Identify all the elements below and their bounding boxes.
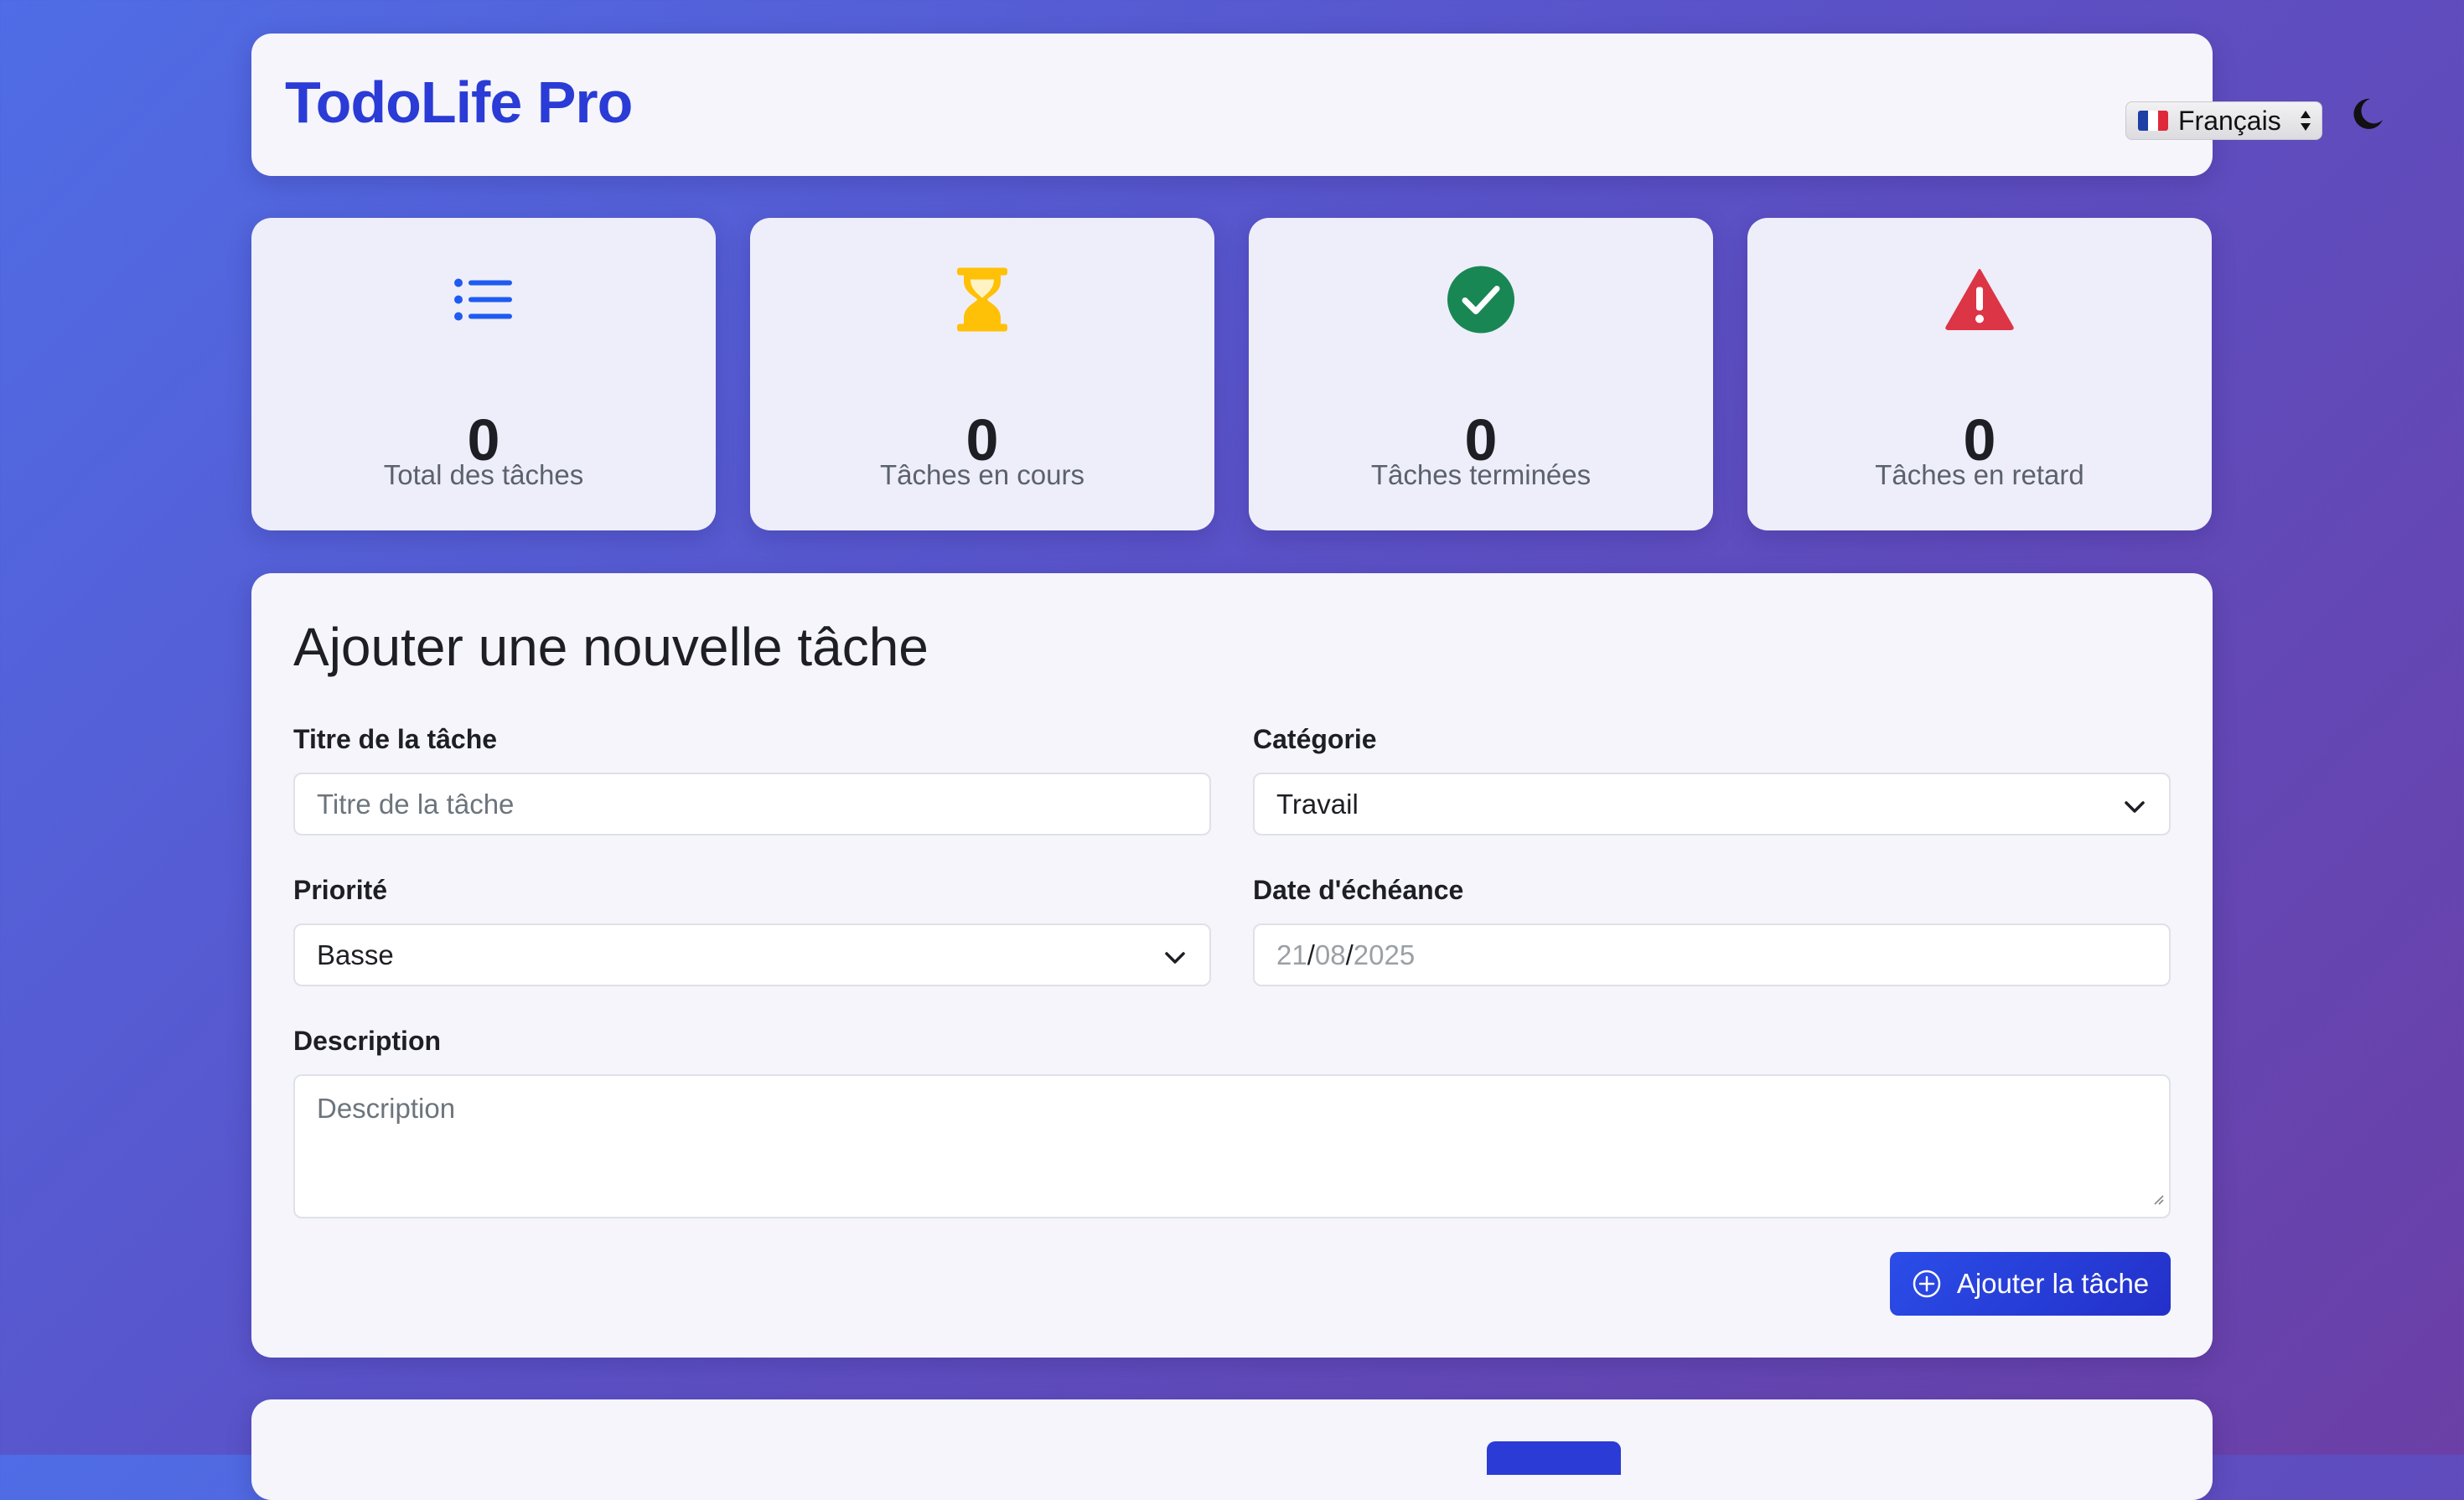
- due-date-label: Date d'échéance: [1253, 875, 1464, 905]
- app-title: TodoLife Pro: [285, 70, 633, 135]
- stat-card-overdue: 0 Tâches en retard: [1747, 218, 2212, 530]
- description-textarea[interactable]: Description: [293, 1074, 2171, 1218]
- form-title: Ajouter une nouvelle tâche: [293, 617, 929, 677]
- due-date-input[interactable]: 21/08/2025: [1253, 923, 2171, 986]
- chevron-down-icon: [1164, 939, 1186, 971]
- stat-label: Total des tâches: [383, 459, 584, 490]
- add-task-button[interactable]: Ajouter la tâche: [1890, 1252, 2171, 1316]
- priority-select[interactable]: Basse: [293, 923, 1211, 986]
- stat-card-completed: 0 Tâches terminées: [1249, 218, 1713, 530]
- updown-chevron-icon: [2300, 109, 2311, 132]
- hourglass-icon: [955, 267, 1009, 336]
- language-select-value: Français: [2178, 105, 2281, 136]
- task-list-card: [251, 1399, 2213, 1500]
- theme-toggle-button[interactable]: [2342, 89, 2393, 139]
- date-separator: /: [1345, 939, 1354, 970]
- stat-card-total: 0 Total des tâches: [251, 218, 716, 530]
- stat-label: Tâches en retard: [1875, 459, 2084, 490]
- due-date-day[interactable]: 21: [1276, 939, 1307, 971]
- app-header: TodoLife Pro Français: [251, 34, 2383, 176]
- add-task-button-label: Ajouter la tâche: [1956, 1268, 2150, 1299]
- category-label: Catégorie: [1253, 724, 1377, 754]
- stat-label: Tâches terminées: [1370, 459, 1592, 490]
- priority-label: Priorité: [293, 875, 388, 905]
- due-date-month[interactable]: 08: [1315, 939, 1346, 971]
- due-date-year[interactable]: 2025: [1354, 939, 1415, 971]
- add-task-form: Ajouter une nouvelle tâche Titre de la t…: [251, 573, 2213, 1358]
- warning-triangle-icon: [1945, 269, 2014, 335]
- filter-button[interactable]: [1487, 1441, 1621, 1475]
- category-select-value: Travail: [1276, 788, 1359, 820]
- chevron-down-icon: [2124, 789, 2146, 820]
- date-separator: /: [1307, 939, 1315, 970]
- plus-circle-icon: [1913, 1270, 1941, 1298]
- check-circle-icon: [1447, 266, 1515, 339]
- language-select[interactable]: Français: [2125, 101, 2322, 140]
- description-label: Description: [293, 1026, 442, 1056]
- category-select[interactable]: Travail: [1253, 773, 2171, 835]
- priority-select-value: Basse: [317, 939, 394, 970]
- stat-card-in-progress: 0 Tâches en cours: [750, 218, 1214, 530]
- moon-icon: [2353, 98, 2383, 129]
- list-icon: [453, 277, 514, 328]
- french-flag-icon: [2138, 111, 2168, 131]
- stat-label: Tâches en cours: [880, 459, 1084, 490]
- task-title-input[interactable]: Titre de la tâche: [293, 773, 1211, 835]
- resize-handle-icon[interactable]: [2152, 1180, 2164, 1212]
- task-title-placeholder: Titre de la tâche: [317, 788, 515, 820]
- description-placeholder: Description: [317, 1093, 456, 1124]
- task-title-label: Titre de la tâche: [293, 724, 498, 754]
